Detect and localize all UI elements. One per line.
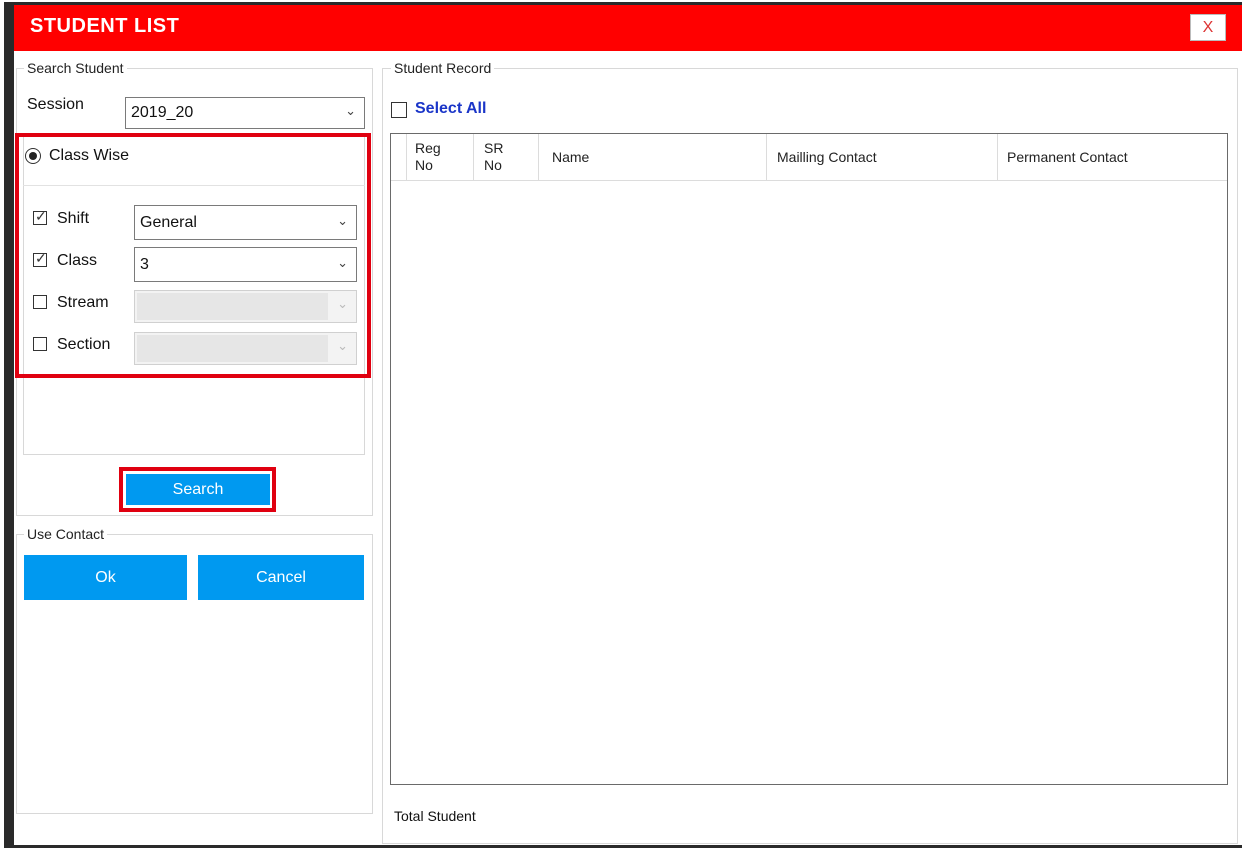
- column-header-sr-no[interactable]: SR No: [474, 134, 539, 180]
- window-body: STUDENT LIST X Search Student Session 20…: [14, 5, 1242, 845]
- ok-button[interactable]: Ok: [24, 555, 187, 600]
- close-button[interactable]: X: [1190, 14, 1226, 41]
- column-header-line: Mailling Contact: [777, 149, 877, 165]
- student-list-window: STUDENT LIST X Search Student Session 20…: [4, 2, 1242, 848]
- session-select[interactable]: 2019_20 ⌄: [125, 97, 365, 129]
- column-header-line: No: [484, 157, 502, 173]
- select-all-checkbox[interactable]: [391, 102, 407, 118]
- column-header-reg-no[interactable]: Reg No: [407, 134, 474, 180]
- column-header-line: SR: [484, 140, 504, 156]
- filters-highlight: [15, 133, 371, 378]
- session-label: Session: [27, 96, 84, 113]
- column-header-line: Name: [552, 149, 590, 165]
- column-header-mailling-contact[interactable]: Mailling Contact: [767, 134, 998, 180]
- select-all-label[interactable]: Select All: [415, 100, 486, 118]
- cancel-button[interactable]: Cancel: [198, 555, 364, 600]
- column-header-line: Permanent Contact: [1007, 149, 1128, 165]
- use-contact-legend: Use Contact: [24, 526, 108, 542]
- search-highlight: [119, 467, 276, 512]
- title-bar: STUDENT LIST X: [14, 5, 1242, 51]
- column-header-name[interactable]: Name: [539, 134, 767, 180]
- grid-header: Reg No SR No Name Mailling Contact Perma…: [391, 134, 1227, 181]
- window-title: STUDENT LIST: [30, 15, 180, 37]
- column-header-permanent-contact[interactable]: Permanent Contact: [998, 134, 1227, 180]
- search-student-legend: Search Student: [24, 60, 127, 76]
- row-header-cell: [391, 134, 407, 180]
- total-student-label: Total Student: [394, 808, 476, 824]
- student-grid[interactable]: Reg No SR No Name Mailling Contact Perma…: [390, 133, 1228, 785]
- chevron-down-icon: ⌄: [345, 103, 356, 118]
- session-value: 2019_20: [131, 104, 194, 121]
- column-header-line: Reg: [415, 140, 441, 156]
- column-header-line: No: [415, 157, 433, 173]
- student-record-legend: Student Record: [391, 60, 495, 76]
